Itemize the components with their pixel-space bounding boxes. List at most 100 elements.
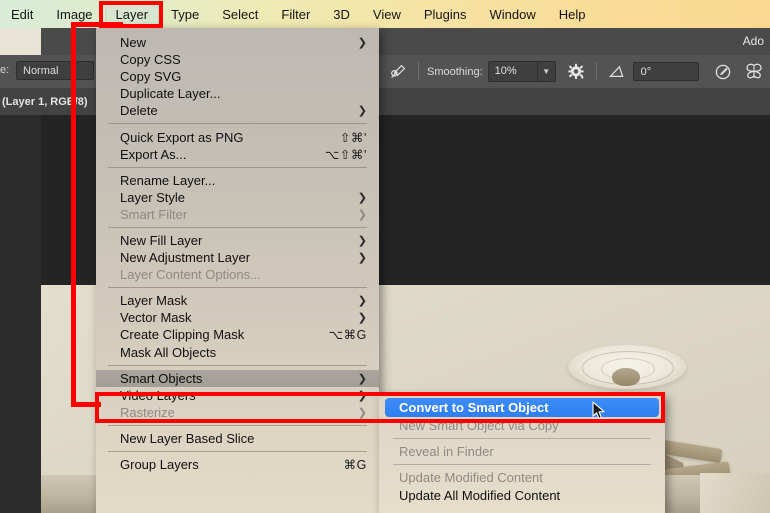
menu-item-vector-mask[interactable]: Vector Mask ❯: [96, 309, 379, 326]
chevron-right-icon: ❯: [357, 37, 367, 50]
document-title: Ado: [742, 34, 764, 48]
menu-item-label: Layer Content Options...: [120, 267, 261, 283]
menu-item-label: New Layer Based Slice: [120, 430, 255, 446]
submenu-item-reveal-in-finder: Reveal in Finder: [379, 443, 665, 460]
menu-item-smart-objects[interactable]: Smart Objects ❯: [96, 369, 379, 387]
pressure-for-size-icon[interactable]: [711, 60, 735, 84]
menu-item-new-adjustment-layer[interactable]: New Adjustment Layer ❯: [96, 249, 379, 266]
submenu-item-convert-to-smart-object[interactable]: Convert to Smart Object: [385, 398, 659, 417]
menu-divider: [108, 450, 367, 452]
chevron-right-icon: ❯: [357, 252, 367, 265]
left-panel-rail-lower: [0, 115, 41, 513]
menubar-item-select[interactable]: Select: [211, 3, 269, 26]
submenu-item-label: New Smart Object via Copy: [399, 418, 559, 434]
menu-item-copy-svg[interactable]: Copy SVG: [96, 68, 379, 85]
submenu-item-new-smart-object-via-copy: New Smart Object via Copy: [379, 417, 665, 434]
menu-item-label: Layer Mask: [120, 293, 188, 309]
menu-item-duplicate-layer[interactable]: Duplicate Layer...: [96, 85, 379, 102]
chevron-right-icon: ❯: [357, 389, 367, 402]
menu-divider: [108, 287, 367, 289]
menu-item-label: Quick Export as PNG: [120, 129, 244, 145]
menu-item-label: Delete: [120, 103, 158, 119]
chevron-right-icon: ❯: [357, 234, 367, 247]
menu-item-new-fill-layer[interactable]: New Fill Layer ❯: [96, 232, 379, 249]
blend-mode-label: e:: [0, 64, 10, 76]
menu-item-smart-filter: Smart Filter ❯: [96, 206, 379, 223]
menu-item-delete[interactable]: Delete ❯: [96, 102, 379, 119]
menu-item-label: Rasterize: [120, 404, 175, 420]
menu-item-rename-layer[interactable]: Rename Layer...: [96, 172, 379, 189]
wall-corner: [700, 473, 770, 513]
blend-mode-select[interactable]: Normal: [16, 61, 94, 80]
chevron-right-icon: ❯: [357, 208, 367, 221]
menu-item-new-layer-based-slice[interactable]: New Layer Based Slice: [96, 430, 379, 447]
smoothing-combo[interactable]: 10% ▼: [487, 61, 556, 82]
divider: [418, 62, 419, 81]
menu-item-label: Smart Filter: [120, 206, 188, 222]
menu-item-layer-style[interactable]: Layer Style ❯: [96, 189, 379, 206]
submenu-item-update-all-modified-content[interactable]: Update All Modified Content: [379, 487, 665, 504]
menu-item-label: Duplicate Layer...: [120, 86, 221, 102]
submenu-item-label: Reveal in Finder: [399, 444, 494, 460]
layer-menu-dropdown: New ❯ Copy CSS Copy SVG Duplicate Layer... De…: [96, 28, 379, 513]
menu-divider: [108, 364, 367, 366]
chevron-right-icon: ❯: [357, 295, 367, 308]
menu-item-copy-css[interactable]: Copy CSS: [96, 51, 379, 68]
menu-divider: [108, 123, 367, 125]
chevron-down-icon[interactable]: ▼: [536, 62, 555, 81]
menu-item-layer-mask[interactable]: Layer Mask ❯: [96, 292, 379, 309]
menubar-item-plugins[interactable]: Plugins: [413, 3, 478, 26]
menu-divider: [108, 226, 367, 228]
menubar-item-window[interactable]: Window: [479, 3, 547, 26]
symmetry-butterfly-icon[interactable]: [742, 60, 766, 84]
submenu-item-update-modified-content: Update Modified Content: [379, 469, 665, 486]
menu-item-video-layers[interactable]: Video Layers ❯: [96, 387, 379, 404]
submenu-item-label: Update All Modified Content: [399, 487, 561, 503]
photoshop-window: Ado e: Normal Smoothing: 10% ▼ 0° (Layer…: [0, 0, 770, 513]
menu-item-shortcut: ⌥⇧⌘': [324, 147, 367, 162]
menu-item-label: Mask All Objects: [120, 344, 217, 360]
menubar-item-image[interactable]: Image: [45, 3, 103, 26]
menubar-item-edit[interactable]: Edit: [0, 3, 44, 26]
chevron-right-icon: ❯: [357, 312, 367, 325]
brush-angle-icon[interactable]: [605, 60, 629, 84]
menubar-item-3d[interactable]: 3D: [322, 3, 361, 26]
menu-item-label: Vector Mask: [120, 310, 192, 326]
menu-item-mask-all-objects[interactable]: Mask All Objects: [96, 344, 379, 361]
menubar-item-view[interactable]: View: [362, 3, 412, 26]
menu-item-label: New Fill Layer: [120, 232, 203, 248]
menu-divider: [108, 166, 367, 168]
chevron-right-icon: ❯: [357, 372, 367, 385]
menubar-item-help[interactable]: Help: [548, 3, 597, 26]
menu-divider: [108, 424, 367, 426]
brush-angle-input[interactable]: 0°: [632, 62, 699, 81]
layer-status-text: (Layer 1, RGB/8): [2, 95, 88, 108]
menu-item-shortcut: ⌘G: [343, 458, 367, 473]
airbrush-icon[interactable]: [386, 60, 410, 84]
menu-item-create-clipping-mask[interactable]: Create Clipping Mask ⌥⌘G: [96, 326, 379, 343]
menu-item-rasterize: Rasterize ❯: [96, 404, 379, 421]
menu-item-shortcut: ⌥⌘G: [328, 328, 367, 343]
menubar-item-layer[interactable]: Layer: [104, 2, 160, 26]
smart-objects-submenu: Convert to Smart Object New Smart Object …: [379, 394, 665, 513]
menu-item-label: Copy CSS: [120, 52, 181, 68]
menubar-item-type[interactable]: Type: [160, 3, 210, 26]
options-bar-right-group: Smoothing: 10% ▼ 0°: [386, 55, 766, 88]
menu-item-label: Copy SVG: [120, 69, 182, 85]
menu-item-quick-export-as-png[interactable]: Quick Export as PNG ⇧⌘': [96, 128, 379, 145]
menu-item-label: Create Clipping Mask: [120, 327, 245, 343]
menu-item-group-layers[interactable]: Group Layers ⌘G: [96, 456, 379, 473]
smoothing-options-gear-icon[interactable]: [564, 60, 588, 84]
menu-item-export-as[interactable]: Export As... ⌥⇧⌘': [96, 146, 379, 163]
chevron-right-icon: ❯: [357, 406, 367, 419]
submenu-item-label: Update Modified Content: [399, 470, 543, 486]
menu-item-label: New: [120, 35, 147, 51]
ceiling-fan-hub: [612, 368, 640, 386]
blend-mode-group: e: Normal: [0, 55, 100, 88]
smoothing-label: Smoothing:: [427, 65, 483, 78]
divider: [595, 62, 597, 81]
smoothing-value[interactable]: 10%: [488, 62, 537, 81]
menu-item-new[interactable]: New ❯: [96, 34, 379, 51]
menubar-item-filter[interactable]: Filter: [270, 3, 321, 26]
menu-item-label: Layer Style: [120, 189, 186, 205]
